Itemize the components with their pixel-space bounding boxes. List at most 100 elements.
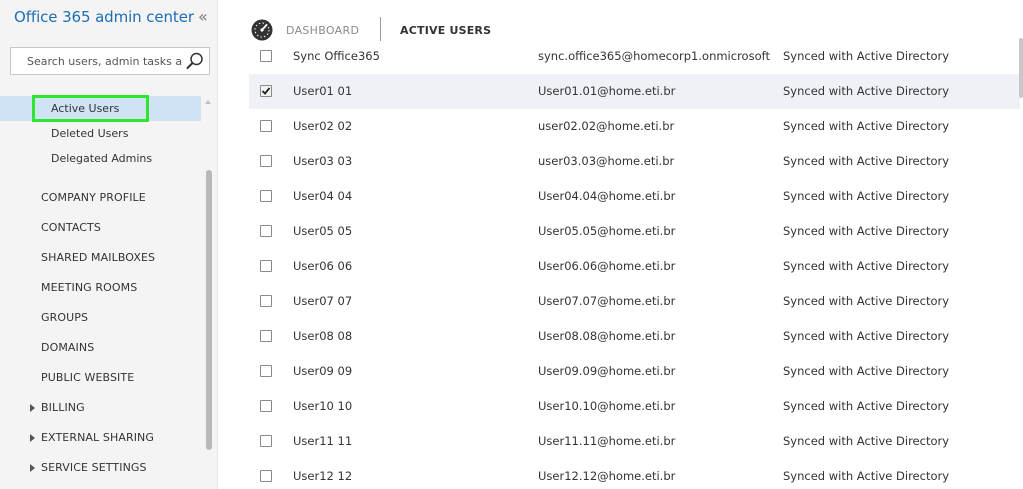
user-email: User04.04@home.eti.br <box>538 189 676 203</box>
sidebar-subitem-label: Delegated Admins <box>51 152 153 165</box>
sidebar-item-service-settings[interactable]: SERVICE SETTINGS <box>0 457 201 479</box>
user-name[interactable]: User01 01 <box>293 84 352 98</box>
row-checkbox[interactable] <box>260 400 272 412</box>
table-row[interactable]: User09 09 User09.09@home.eti.br Synced wit… <box>249 354 1020 389</box>
table-row[interactable]: User12 12 User12.12@home.eti.br Synced wit… <box>249 459 1020 489</box>
sidebar-item-groups[interactable]: GROUPS <box>0 307 201 329</box>
row-checkbox[interactable] <box>260 155 272 167</box>
user-status: Synced with Active Directory <box>783 119 950 133</box>
table-row[interactable]: User11 11 User11.11@home.eti.br Synced wit… <box>249 424 1020 459</box>
sidebar-item-label: CONTACTS <box>41 221 101 234</box>
sidebar-subitem-delegated-admins[interactable]: Delegated Admins <box>0 146 201 171</box>
search-input[interactable] <box>11 48 183 74</box>
scroll-up-arrow-icon[interactable] <box>205 100 211 104</box>
row-checkbox[interactable] <box>260 120 272 132</box>
row-checkbox[interactable] <box>260 225 272 237</box>
row-checkbox[interactable] <box>260 50 272 62</box>
user-name[interactable]: User08 08 <box>293 329 352 343</box>
search-box <box>10 47 210 75</box>
user-name[interactable]: User07 07 <box>293 294 352 308</box>
sidebar-item-label: SERVICE SETTINGS <box>41 461 147 474</box>
table-row[interactable]: User01 01 User01.01@home.eti.br Synced wit… <box>249 74 1020 109</box>
table-row[interactable]: User07 07 User07.07@home.eti.br Synced wit… <box>249 284 1020 319</box>
main-content: DASHBOARD ACTIVE USERS Sync Office365 syn… <box>219 0 1023 489</box>
sidebar-item-company-profile[interactable]: COMPANY PROFILE <box>0 187 201 209</box>
table-row[interactable]: User08 08 User08.08@home.eti.br Synced wit… <box>249 319 1020 354</box>
sidebar-item-external-sharing[interactable]: EXTERNAL SHARING <box>0 427 201 449</box>
table-row[interactable]: User03 03 user03.03@home.eti.br Synced wit… <box>249 144 1020 179</box>
user-name[interactable]: User05 05 <box>293 224 352 238</box>
dashboard-link[interactable]: DASHBOARD <box>286 24 359 37</box>
caret-right-icon <box>30 404 35 412</box>
user-email: user03.03@home.eti.br <box>538 154 675 168</box>
user-name[interactable]: User11 11 <box>293 434 352 448</box>
user-name[interactable]: User09 09 <box>293 364 352 378</box>
table-row[interactable]: User10 10 User10.10@home.eti.br Synced wit… <box>249 389 1020 424</box>
sidebar-item-contacts[interactable]: CONTACTS <box>0 217 201 239</box>
caret-right-icon <box>30 464 35 472</box>
user-email: User01.01@home.eti.br <box>538 84 676 98</box>
user-name[interactable]: Sync Office365 <box>293 49 380 63</box>
row-checkbox[interactable] <box>260 470 272 482</box>
sidebar-item-domains[interactable]: DOMAINS <box>0 337 201 359</box>
sidebar-item-public-website[interactable]: PUBLIC WEBSITE <box>0 367 201 389</box>
double-chevron-left-icon[interactable]: « <box>198 8 208 26</box>
table-row[interactable]: Sync Office365 sync.office365@homecorp1.o… <box>249 39 1020 74</box>
user-status: Synced with Active Directory <box>783 294 950 308</box>
user-status: Synced with Active Directory <box>783 469 950 483</box>
user-name[interactable]: User10 10 <box>293 399 352 413</box>
user-status: Synced with Active Directory <box>783 49 950 63</box>
row-checkbox[interactable] <box>260 435 272 447</box>
sidebar-subitem-label: Deleted Users <box>51 127 129 140</box>
sidebar-item-label: DOMAINS <box>41 341 95 354</box>
breadcrumb-divider <box>380 17 381 41</box>
row-checkbox[interactable] <box>260 260 272 272</box>
user-status: Synced with Active Directory <box>783 399 950 413</box>
user-status: Synced with Active Directory <box>783 364 950 378</box>
row-checkbox[interactable] <box>260 330 272 342</box>
sidebar: Office 365 admin center « Active Users D… <box>0 0 218 489</box>
user-email: User11.11@home.eti.br <box>538 434 676 448</box>
row-checkbox[interactable] <box>260 190 272 202</box>
sidebar-item-label: COMPANY PROFILE <box>41 191 146 204</box>
row-checkbox[interactable] <box>260 295 272 307</box>
sidebar-item-label: BILLING <box>41 401 85 414</box>
user-name[interactable]: User04 04 <box>293 189 352 203</box>
sidebar-item-label: MEETING ROOMS <box>41 281 138 294</box>
table-row[interactable]: User02 02 user02.02@home.eti.br Synced wit… <box>249 109 1020 144</box>
user-name[interactable]: User02 02 <box>293 119 352 133</box>
user-email: sync.office365@homecorp1.onmicrosoft.... <box>538 49 770 63</box>
sidebar-subitem-deleted-users[interactable]: Deleted Users <box>0 121 201 146</box>
user-name[interactable]: User06 06 <box>293 259 352 273</box>
checkmark-icon <box>261 87 271 95</box>
search-icon[interactable] <box>185 51 205 71</box>
sidebar-item-label: PUBLIC WEBSITE <box>41 371 135 384</box>
sidebar-item-meeting-rooms[interactable]: MEETING ROOMS <box>0 277 201 299</box>
user-status: Synced with Active Directory <box>783 189 950 203</box>
speedometer-icon[interactable] <box>251 19 273 41</box>
highlight-box <box>32 95 149 122</box>
sidebar-item-label: SHARED MAILBOXES <box>41 251 156 264</box>
main-scrollbar[interactable] <box>1019 38 1023 98</box>
table-row[interactable]: User06 06 User06.06@home.eti.br Synced wit… <box>249 249 1020 284</box>
user-name[interactable]: User12 12 <box>293 469 352 483</box>
page-title: ACTIVE USERS <box>400 24 492 37</box>
user-email: user02.02@home.eti.br <box>538 119 675 133</box>
user-status: Synced with Active Directory <box>783 84 950 98</box>
sidebar-item-label: EXTERNAL SHARING <box>41 431 155 444</box>
sidebar-item-shared-mailboxes[interactable]: SHARED MAILBOXES <box>0 247 201 269</box>
user-status: Synced with Active Directory <box>783 224 950 238</box>
row-checkbox[interactable] <box>260 85 272 97</box>
user-email: User07.07@home.eti.br <box>538 294 676 308</box>
user-status: Synced with Active Directory <box>783 259 950 273</box>
table-row[interactable]: User04 04 User04.04@home.eti.br Synced wit… <box>249 179 1020 214</box>
sidebar-item-billing[interactable]: BILLING <box>0 397 201 419</box>
app-title[interactable]: Office 365 admin center <box>14 8 194 26</box>
sidebar-scrollbar[interactable] <box>206 170 212 450</box>
user-email: User09.09@home.eti.br <box>538 364 676 378</box>
user-name[interactable]: User03 03 <box>293 154 352 168</box>
sidebar-item-label: GROUPS <box>41 311 89 324</box>
row-checkbox[interactable] <box>260 365 272 377</box>
user-status: Synced with Active Directory <box>783 434 950 448</box>
table-row[interactable]: User05 05 User05.05@home.eti.br Synced wit… <box>249 214 1020 249</box>
